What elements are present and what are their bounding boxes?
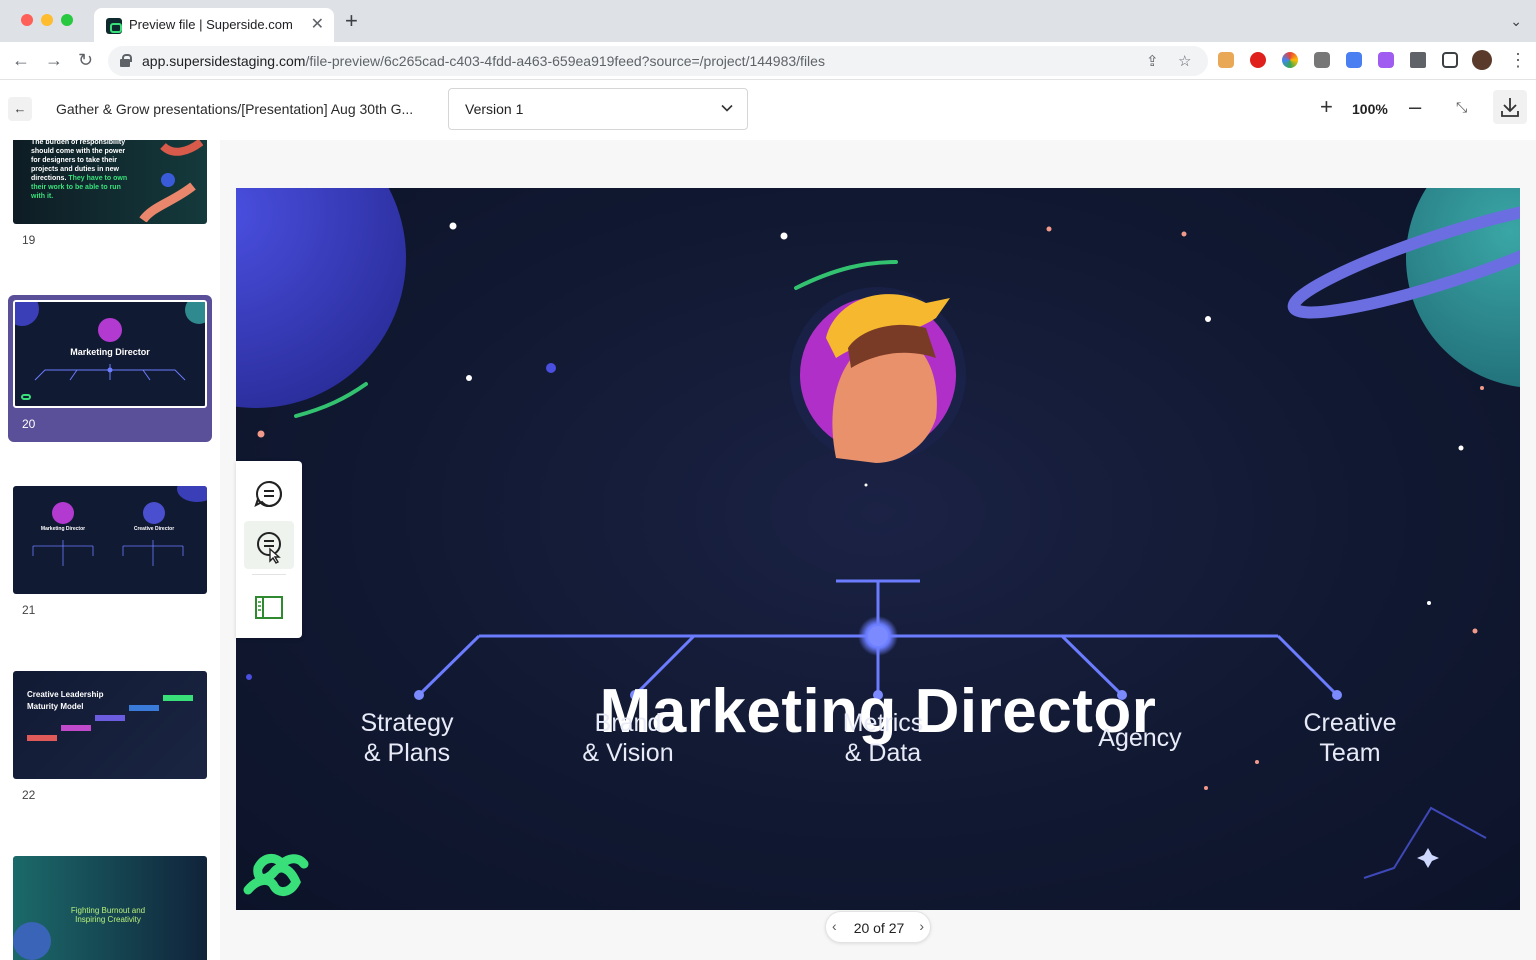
lock-icon (120, 54, 132, 67)
slide-thumbnail-rail[interactable]: The burden of responsibility should come… (0, 140, 220, 960)
browser-toolbar: ← → ↻ app.supersidestaging.com/file-prev… (0, 42, 1536, 80)
extension-icon[interactable] (1378, 52, 1394, 68)
mini-tree-diagram (32, 540, 184, 566)
branch-label-brand: Brand & Vision (582, 709, 674, 767)
thumbnail-text: Creative Director (133, 526, 175, 532)
zoom-out-icon[interactable]: – (1409, 96, 1421, 118)
page-indicator: 20 of 27 (853, 920, 905, 936)
extension-icon[interactable] (1218, 52, 1234, 68)
extensions-puzzle-icon[interactable] (1410, 52, 1426, 68)
comment-cursor-icon (257, 532, 281, 564)
browser-tab[interactable]: Preview file | Superside.com ✕ (94, 8, 334, 42)
slide-preview: Marketing Director Strategy & Plans Brand… (236, 188, 1520, 910)
breadcrumb: Gather & Grow presentations/[Presentatio… (56, 101, 414, 117)
tab-title: Preview file | Superside.com (129, 17, 293, 32)
browser-tab-bar: Preview file | Superside.com ✕ + ⌄ (0, 0, 1536, 42)
chevron-down-icon (721, 104, 733, 112)
slide-thumbnail-selected[interactable]: Marketing Director 20 (8, 295, 212, 442)
slide-thumbnail[interactable]: Fighting Burnout and Inspiring Creativit… (13, 856, 207, 960)
extension-icon[interactable] (1250, 52, 1266, 68)
thumbnail-number: 19 (22, 233, 36, 247)
thumbnail-text: Marketing Director (70, 347, 150, 357)
tab-search-chevron-icon[interactable]: ⌄ (1510, 13, 1522, 30)
address-bar[interactable]: app.supersidestaging.com/file-preview/6c… (108, 46, 1208, 76)
sidebar-toggle-button[interactable] (244, 583, 294, 631)
comment-button[interactable] (244, 469, 294, 517)
translate-extension-icon[interactable] (1346, 52, 1362, 68)
zoom-level: 100% (1352, 101, 1388, 117)
thumbnail-text: Marketing Director (40, 526, 86, 532)
slide-artwork (236, 188, 1520, 896)
thumbnail-number: 20 (22, 417, 36, 431)
comment-icon (254, 481, 282, 507)
branch-label-agency: Agency (1098, 724, 1182, 752)
branch-label-strategy: Strategy & Plans (360, 709, 454, 767)
extension-icon[interactable] (1314, 52, 1330, 68)
share-icon[interactable]: ⇪ (1146, 52, 1159, 70)
zoom-in-icon[interactable]: + (1320, 96, 1333, 118)
sidebar-panel-icon (255, 596, 283, 619)
thumbnail-text: Fighting Burnout and Inspiring Creativit… (70, 906, 146, 924)
slide-thumbnail[interactable]: Marketing Director Creative Director (13, 486, 207, 594)
window-minimize-button[interactable] (41, 14, 53, 26)
hands-illustration (139, 140, 203, 222)
file-preview-header: ← Gather & Grow presentations/[Presentat… (0, 80, 1536, 140)
thumbnail-number: 22 (22, 788, 36, 802)
annotation-toolbar (236, 461, 302, 638)
back-arrow-icon[interactable]: ← (12, 50, 30, 70)
version-select[interactable]: Version 1 (448, 88, 748, 130)
side-panel-icon[interactable] (1442, 52, 1458, 68)
version-select-value: Version 1 (465, 101, 524, 117)
branch-label-metrics: Metrics & Data (842, 709, 924, 767)
slide-thumbnail[interactable]: The burden of responsibility should come… (13, 140, 207, 224)
extension-icon[interactable] (1282, 52, 1298, 68)
planet-left (236, 188, 406, 408)
next-slide-chevron-icon[interactable]: › (919, 918, 924, 934)
download-button[interactable] (1493, 90, 1527, 124)
slide-thumbnail[interactable]: Creative Leadership Maturity Model (13, 671, 207, 779)
slide-pager: ‹ 20 of 27 › (825, 911, 931, 943)
profile-avatar[interactable] (1472, 50, 1492, 70)
bookmark-star-icon[interactable]: ☆ (1178, 52, 1191, 70)
window-zoom-button[interactable] (61, 14, 73, 26)
thumbnail-number: 21 (22, 603, 36, 617)
slide-thumbnail[interactable]: Marketing Director (13, 300, 207, 408)
window-close-button[interactable] (21, 14, 33, 26)
thumbnail-text: Creative Leadership Maturity Model (27, 690, 104, 711)
tab-close-icon[interactable]: ✕ (311, 14, 324, 34)
comment-mode-button[interactable] (244, 521, 294, 569)
back-button[interactable]: ← (8, 97, 32, 121)
url-text: app.supersidestaging.com/file-preview/6c… (142, 53, 825, 69)
superside-logo-icon (243, 854, 309, 896)
download-icon (1501, 98, 1519, 117)
mini-tree-diagram (34, 364, 186, 381)
browser-menu-icon[interactable]: ⋮ (1509, 50, 1527, 70)
reload-icon[interactable]: ↻ (78, 50, 93, 70)
fullscreen-icon[interactable]: ⤡ (1456, 99, 1467, 116)
forward-arrow-icon[interactable]: → (45, 50, 63, 70)
branch-label-creative: Creative Team (1303, 709, 1397, 767)
superside-favicon-icon (106, 18, 122, 34)
new-tab-icon[interactable]: + (345, 10, 358, 32)
